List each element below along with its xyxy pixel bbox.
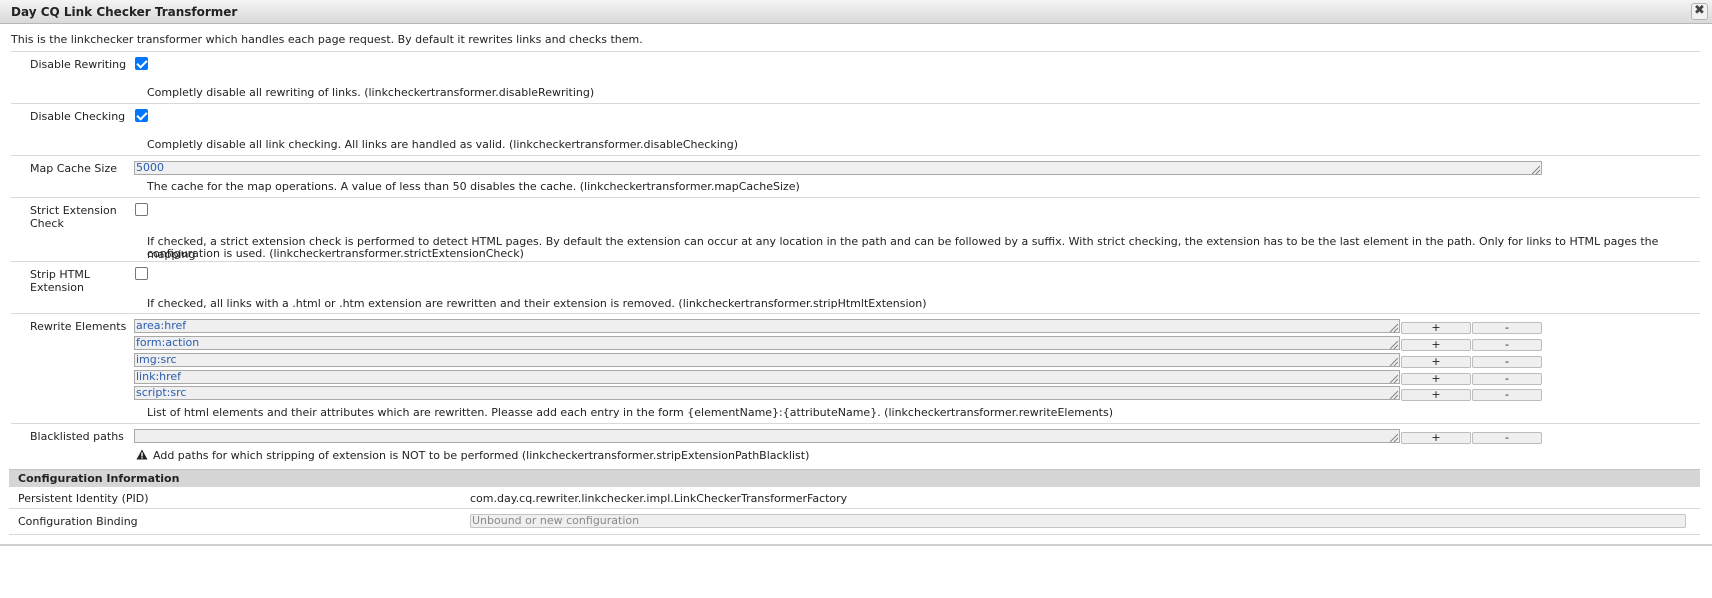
config-info-pid-row: Persistent Identity (PID) com.day.cq.rew…	[9, 487, 1700, 509]
dialog-bottom-border	[0, 544, 1712, 546]
blacklisted-paths-help: Add paths for which stripping of extensi…	[153, 449, 810, 462]
add-entry-button[interactable]: +	[1401, 389, 1471, 401]
property-help: If checked, all links with a .html or .h…	[147, 297, 927, 310]
config-info-header: Configuration Information	[9, 469, 1700, 487]
field-value: area:href	[136, 319, 187, 332]
property-row-disable-rewriting: Disable Rewriting Completly disable all …	[11, 51, 1700, 103]
field-value: img:src	[136, 353, 177, 366]
config-info-binding-row: Configuration Binding Unbound or new con…	[9, 509, 1700, 535]
configuration-binding-field[interactable]: Unbound or new configuration	[470, 514, 1686, 528]
remove-entry-button[interactable]: -	[1472, 322, 1542, 334]
warning-icon	[136, 449, 148, 460]
rewrite-element-input[interactable]: form:action	[134, 336, 1400, 350]
resize-handle-icon[interactable]	[1532, 166, 1540, 174]
add-entry-button[interactable]: +	[1401, 432, 1471, 444]
resize-handle-icon[interactable]	[1390, 434, 1398, 442]
property-help: The cache for the map operations. A valu…	[147, 180, 800, 193]
add-entry-button[interactable]: +	[1401, 373, 1471, 385]
blacklisted-path-input[interactable]	[134, 429, 1400, 443]
property-label: Strip HTML Extension	[30, 268, 90, 294]
pid-label: Persistent Identity (PID)	[18, 492, 149, 505]
property-help-line2: configuration is used. (linkcheckertrans…	[147, 247, 524, 260]
pid-value: com.day.cq.rewriter.linkchecker.impl.Lin…	[470, 492, 848, 505]
property-label: Map Cache Size	[30, 162, 117, 175]
field-value: 5000	[136, 161, 164, 174]
remove-entry-button[interactable]: -	[1472, 356, 1542, 368]
property-row-rewrite-elements: Rewrite Elements area:href + - form:acti…	[11, 313, 1700, 423]
resize-handle-icon[interactable]	[1390, 391, 1398, 399]
resize-handle-icon[interactable]	[1390, 341, 1398, 349]
add-entry-button[interactable]: +	[1401, 322, 1471, 334]
property-help: List of html elements and their attribut…	[147, 406, 1114, 419]
property-label: Strict Extension Check	[30, 204, 117, 230]
property-label: Rewrite Elements	[30, 320, 127, 333]
field-value: script:src	[136, 386, 187, 399]
remove-entry-button[interactable]: -	[1472, 373, 1542, 385]
disable-rewriting-checkbox[interactable]	[135, 57, 148, 70]
property-row-strict-extension-check: Strict Extension Check If checked, a str…	[11, 197, 1700, 261]
resize-handle-icon[interactable]	[1390, 324, 1398, 332]
rewrite-element-input[interactable]: link:href	[134, 370, 1400, 384]
strict-extension-check-checkbox[interactable]	[135, 203, 148, 216]
remove-entry-button[interactable]: -	[1472, 339, 1542, 351]
remove-entry-button[interactable]: -	[1472, 389, 1542, 401]
property-label: Blacklisted paths	[30, 430, 124, 443]
field-value: link:href	[136, 370, 182, 383]
property-label: Disable Rewriting	[30, 58, 127, 71]
dialog-description: This is the linkchecker transformer whic…	[11, 33, 643, 46]
property-row-disable-checking: Disable Checking Completly disable all l…	[11, 103, 1700, 155]
property-row-strip-html-extension: Strip HTML Extension If checked, all lin…	[11, 261, 1700, 313]
property-help: Completly disable all link checking. All…	[147, 138, 739, 151]
property-row-map-cache-size: Map Cache Size 5000 The cache for the ma…	[11, 155, 1700, 197]
resize-handle-icon[interactable]	[1390, 375, 1398, 383]
binding-label: Configuration Binding	[18, 515, 138, 528]
add-entry-button[interactable]: +	[1401, 339, 1471, 351]
property-label: Disable Checking	[30, 110, 126, 123]
add-entry-button[interactable]: +	[1401, 356, 1471, 368]
close-icon[interactable]: ✖	[1691, 3, 1708, 20]
resize-handle-icon[interactable]	[1390, 358, 1398, 366]
remove-entry-button[interactable]: -	[1472, 432, 1542, 444]
field-value: form:action	[136, 336, 200, 349]
dialog-titlebar: Day CQ Link Checker Transformer ✖	[0, 0, 1712, 24]
rewrite-element-input[interactable]: area:href	[134, 319, 1400, 333]
disable-checking-checkbox[interactable]	[135, 109, 148, 122]
property-help: Completly disable all rewriting of links…	[147, 86, 595, 99]
strip-html-extension-checkbox[interactable]	[135, 267, 148, 280]
rewrite-element-input[interactable]: img:src	[134, 353, 1400, 367]
rewrite-element-input[interactable]: script:src	[134, 386, 1400, 400]
map-cache-size-input[interactable]: 5000	[134, 161, 1542, 175]
dialog-title: Day CQ Link Checker Transformer	[11, 5, 238, 19]
